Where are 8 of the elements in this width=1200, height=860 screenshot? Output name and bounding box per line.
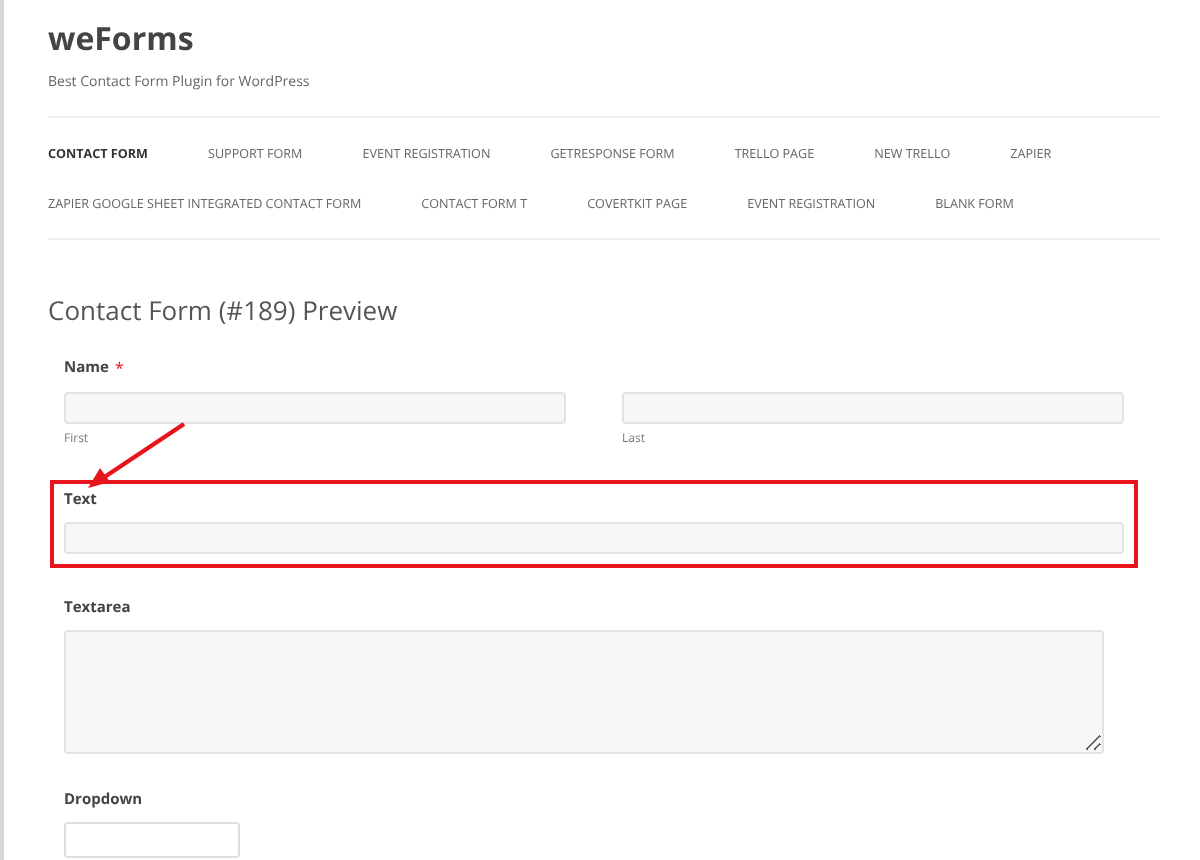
page-heading: Contact Form (#189) Preview: [48, 292, 400, 328]
textarea-field[interactable]: [64, 630, 1104, 754]
input-field[interactable]: [622, 392, 1124, 424]
input-field[interactable]: [64, 522, 1124, 554]
input-field[interactable]: [64, 392, 566, 424]
dropdown-field[interactable]: [64, 822, 240, 858]
required-mark: *: [114, 358, 124, 380]
site-title[interactable]: weForms: [48, 16, 194, 60]
